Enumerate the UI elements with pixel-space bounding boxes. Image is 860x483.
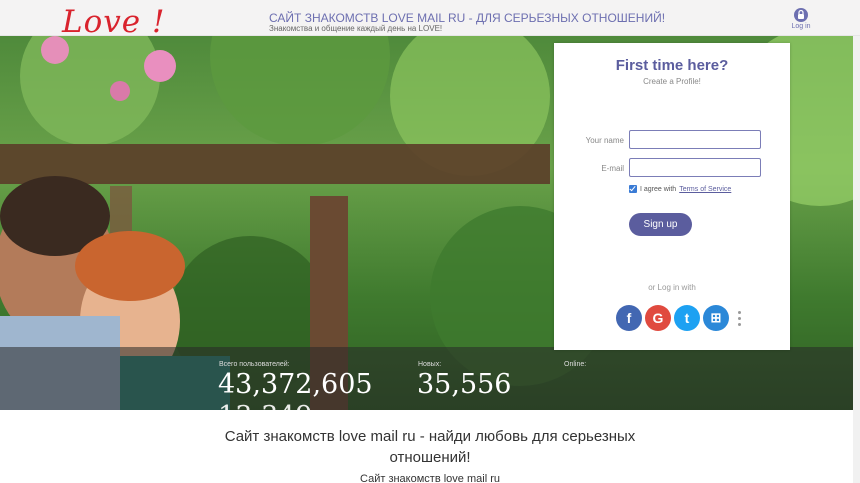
new-users-value: 35,556 — [417, 369, 512, 400]
total-users-value: 43,372,605 — [218, 369, 373, 400]
login-label: Log in — [791, 23, 811, 30]
site-subline: Знакомства и общение каждый день на LOVE… — [269, 24, 443, 33]
facebook-icon: f — [626, 310, 632, 326]
site-logo[interactable]: Love ! — [62, 4, 165, 40]
terms-link[interactable]: Terms of Service — [679, 186, 731, 193]
signup-subtitle: Create a Profile! — [643, 77, 701, 86]
windows-icon: ⊞ — [710, 310, 722, 325]
online-users-label: Online: — [564, 361, 587, 368]
site-headline: САЙТ ЗНАКОМСТВ LOVE MAIL RU - ДЛЯ СЕРЬЕЗ… — [269, 11, 666, 25]
new-users-label: Новых: — [418, 361, 442, 368]
stats-bar: Всего пользователей: 43,372,605 13,349 Н… — [0, 347, 860, 432]
google-login-button[interactable]: G — [645, 305, 671, 331]
lock-icon — [794, 8, 808, 22]
page-scrollbar[interactable] — [853, 36, 860, 483]
page-tagline: Сайт знакомств love mail ru - найди любо… — [224, 428, 636, 466]
signup-button[interactable]: Sign up — [629, 213, 692, 236]
facebook-login-button[interactable]: f — [616, 305, 642, 331]
name-label: Your name — [585, 136, 624, 145]
signup-card: First time here? Create a Profile! Your … — [554, 43, 790, 350]
login-button[interactable]: Log in — [786, 8, 816, 30]
total-users-label: Всего пользователей: — [219, 361, 290, 368]
google-icon: G — [652, 310, 664, 326]
email-field[interactable] — [629, 158, 761, 177]
signup-title: First time here? — [615, 57, 729, 74]
name-field[interactable] — [629, 130, 761, 149]
twitter-login-button[interactable]: t — [674, 305, 700, 331]
windows-login-button[interactable]: ⊞ — [703, 305, 729, 331]
site-header: Love ! САЙТ ЗНАКОМСТВ LOVE MAIL RU - ДЛЯ… — [0, 0, 860, 40]
page-subheading: Сайт знакомств love mail ru — [360, 473, 500, 483]
more-options-icon[interactable] — [736, 311, 742, 327]
or-login-text: or Log in with — [648, 283, 696, 292]
email-label: E-mail — [601, 164, 624, 173]
twitter-icon: t — [684, 310, 690, 326]
terms-agreement: I agree with Terms of Service — [629, 185, 731, 193]
agree-checkbox[interactable] — [629, 185, 637, 193]
agree-text: I agree with — [640, 185, 677, 193]
